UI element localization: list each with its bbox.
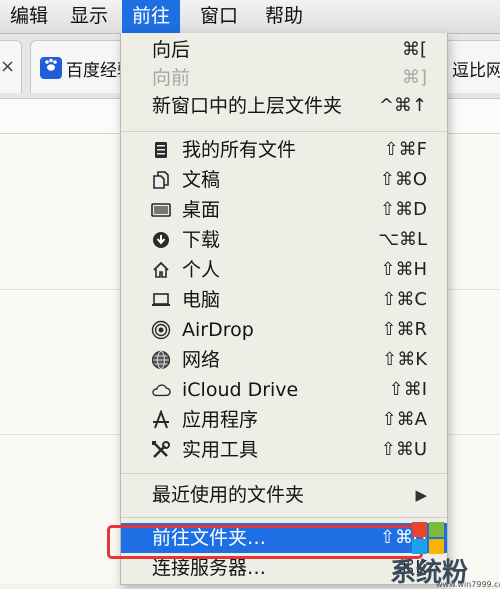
menu-item-desktop[interactable]: 桌面 ⇧⌘D: [121, 195, 447, 225]
menu-item-label: 应用程序: [182, 409, 259, 431]
menu-item-label: 新窗口中的上层文件夹: [152, 95, 343, 117]
shortcut-text: ⇧⌘A: [381, 409, 427, 430]
menu-item-network[interactable]: 网络 ⇧⌘K: [121, 345, 447, 375]
menu-item-airdrop[interactable]: AirDrop ⇧⌘R: [121, 315, 447, 345]
network-icon: [151, 350, 171, 370]
menu-item-all-files[interactable]: 我的所有文件 ⇧⌘F: [121, 135, 447, 165]
shortcut-text: ⌥⌘L: [378, 229, 427, 250]
menu-item-label: 文稿: [182, 169, 221, 191]
tab-title-doubi: 逗比网: [452, 61, 500, 81]
documents-icon: [151, 171, 171, 189]
tab-close-icon[interactable]: ×: [0, 56, 15, 77]
menu-item-home[interactable]: 个人 ⇧⌘H: [121, 255, 447, 285]
menu-separator: [121, 473, 447, 474]
home-icon: [151, 261, 171, 279]
menu-item-documents[interactable]: 文稿 ⇧⌘O: [121, 165, 447, 195]
menu-item-label: iCloud Drive: [182, 379, 299, 401]
shortcut-text: ⌘[: [401, 39, 427, 60]
menu-item-label: 电脑: [182, 289, 221, 311]
shortcut-text: ⇧⌘U: [380, 439, 427, 460]
menu-item-label: 向后: [152, 39, 191, 61]
menu-help[interactable]: 帮助: [255, 0, 313, 33]
shortcut-text: ⇧⌘K: [382, 349, 427, 370]
menu-item-label: AirDrop: [182, 319, 254, 341]
shortcut-text: ⇧⌘O: [379, 169, 427, 190]
menu-item-downloads[interactable]: 下载 ⌥⌘L: [121, 225, 447, 255]
shortcut-text: ⇧⌘D: [380, 199, 427, 220]
shortcut-text: ⇧⌘R: [381, 319, 427, 340]
shortcut-text: ⇧⌘I: [388, 379, 427, 400]
menu-item-label: 网络: [182, 349, 221, 371]
shortcut-text: ⇧⌘C: [381, 289, 427, 310]
menu-item-label: 最近使用的文件夹: [152, 484, 305, 506]
menu-item-label: 下载: [182, 229, 221, 251]
menu-edit[interactable]: 编辑: [0, 0, 58, 33]
menu-item-label: 向前: [152, 67, 191, 89]
menu-item-label: 桌面: [182, 199, 221, 221]
menu-view[interactable]: 显示: [60, 0, 118, 33]
shortcut-text: ⌘]: [401, 67, 427, 88]
shortcut-text: ⇧⌘H: [380, 259, 427, 280]
annotation-highlight-box: [107, 525, 423, 559]
desktop-icon: [151, 201, 171, 219]
menu-item-recent-folders[interactable]: 最近使用的文件夹 ▶: [121, 480, 447, 510]
menu-item-icloud-drive[interactable]: iCloud Drive ⇧⌘I: [121, 375, 447, 405]
go-menu-dropdown: 向后 ⌘[ 向前 ⌘] 新窗口中的上层文件夹 ^⌘↑ 我的所有文件 ⇧⌘F 文稿…: [120, 33, 448, 585]
site-watermark: 系统粉 www.win7999.com: [382, 508, 500, 589]
computer-icon: [151, 291, 171, 309]
menu-bar: 编辑 显示 前往 窗口 帮助: [0, 0, 500, 34]
submenu-arrow-icon: ▶: [415, 486, 427, 504]
menu-item-applications[interactable]: 应用程序 ⇧⌘A: [121, 405, 447, 435]
utilities-icon: [151, 441, 171, 459]
windows-logo-icon: [412, 522, 444, 554]
menu-item-label: 实用工具: [182, 439, 259, 461]
baidu-paw-icon: [40, 57, 62, 79]
menu-item-label: 个人: [182, 259, 221, 281]
menu-window[interactable]: 窗口: [190, 0, 248, 33]
applications-icon: [151, 410, 171, 429]
menu-item-back[interactable]: 向后 ⌘[: [121, 35, 447, 65]
downloads-icon: [151, 231, 171, 249]
menu-item-label: 我的所有文件: [182, 139, 297, 161]
airdrop-icon: [151, 320, 171, 340]
menu-go[interactable]: 前往: [122, 0, 181, 33]
shortcut-text: ⇧⌘F: [383, 139, 427, 160]
icloud-icon: [151, 381, 171, 399]
all-files-icon: [151, 141, 171, 159]
menu-item-utilities[interactable]: 实用工具 ⇧⌘U: [121, 435, 447, 465]
shortcut-text: ^⌘↑: [378, 95, 427, 116]
menu-item-computer[interactable]: 电脑 ⇧⌘C: [121, 285, 447, 315]
menu-item-forward[interactable]: 向前 ⌘]: [121, 63, 447, 93]
menu-separator: [121, 131, 447, 132]
menu-item-enclosing-folder[interactable]: 新窗口中的上层文件夹 ^⌘↑: [121, 91, 447, 121]
watermark-url: www.win7999.com: [436, 580, 500, 589]
